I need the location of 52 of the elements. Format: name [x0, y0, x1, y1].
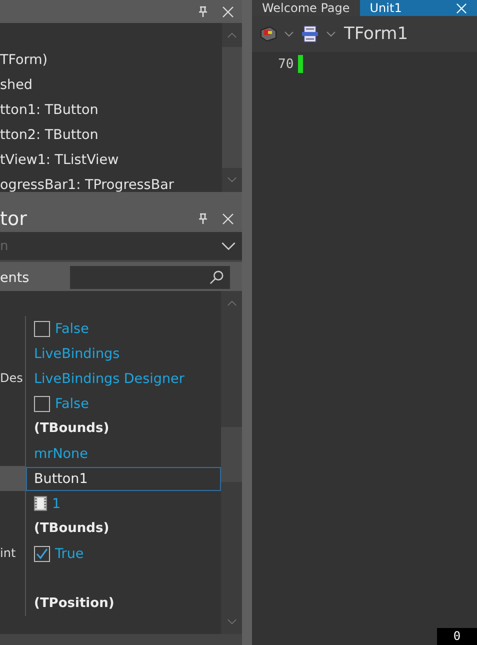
value-input[interactable]: Button1	[26, 466, 221, 490]
tree-item[interactable]: tView1: TListView	[0, 148, 222, 173]
panel-title: tor	[0, 208, 28, 230]
property-value: True	[55, 546, 84, 562]
scroll-down-icon[interactable]	[227, 176, 237, 184]
search-icon	[209, 270, 224, 285]
scroll-down-icon[interactable]	[226, 618, 236, 626]
tree-item[interactable]: ogressBar1: TProgressBar	[0, 173, 222, 192]
pin-icon[interactable]	[198, 6, 208, 18]
form-icon[interactable]	[300, 24, 320, 44]
property-value[interactable]: LiveBindings	[34, 346, 120, 362]
modified-marker	[298, 55, 303, 73]
film-icon	[34, 496, 47, 511]
close-icon[interactable]	[222, 212, 234, 224]
property-value: 1	[52, 496, 61, 512]
scrollbar[interactable]	[221, 291, 242, 634]
chevron-down-icon	[221, 242, 236, 250]
counter: 0	[437, 628, 477, 645]
search-field[interactable]	[70, 266, 230, 289]
editor-tab[interactable]: Welcome Page	[252, 0, 360, 16]
property-value: False	[55, 320, 89, 336]
tree-item[interactable]: tton1: TButton	[0, 98, 222, 123]
property-name-cell[interactable]	[0, 466, 26, 491]
property-name-cell[interactable]: Des	[0, 366, 26, 391]
property-value: (TBounds)	[34, 521, 110, 536]
property-name-cell[interactable]: int	[0, 541, 26, 566]
scroll-thumb[interactable]	[221, 427, 242, 482]
form-name[interactable]: TForm1	[344, 24, 408, 44]
scrollbar[interactable]	[222, 23, 242, 192]
component-icon[interactable]	[258, 24, 278, 44]
close-icon[interactable]	[222, 6, 234, 18]
property-value[interactable]: LiveBindings Designer	[34, 370, 184, 386]
checkbox[interactable]	[34, 320, 50, 336]
checkbox[interactable]	[34, 546, 50, 562]
tree-item[interactable]: shed	[0, 73, 222, 98]
chevron-down-icon[interactable]	[284, 31, 294, 37]
chevron-down-icon[interactable]	[326, 31, 336, 37]
scroll-up-icon[interactable]	[226, 299, 236, 307]
property-value: (TPosition)	[34, 596, 114, 611]
property-value[interactable]: mrNone	[34, 446, 88, 462]
scroll-thumb[interactable]	[222, 47, 242, 168]
pin-icon[interactable]	[198, 212, 208, 224]
scroll-up-icon[interactable]	[227, 31, 237, 39]
property-value: (TBounds)	[34, 421, 110, 436]
checkbox[interactable]	[34, 396, 50, 412]
code-editor[interactable]: 70 0	[252, 52, 477, 645]
events-tab[interactable]: ents	[0, 270, 70, 286]
tree-item[interactable]: TForm)	[0, 48, 222, 73]
tree-item[interactable]: tton2: TButton	[0, 123, 222, 148]
line-number: 70	[278, 56, 295, 72]
property-value: False	[55, 396, 89, 412]
editor-tab[interactable]: Unit1	[360, 0, 477, 16]
